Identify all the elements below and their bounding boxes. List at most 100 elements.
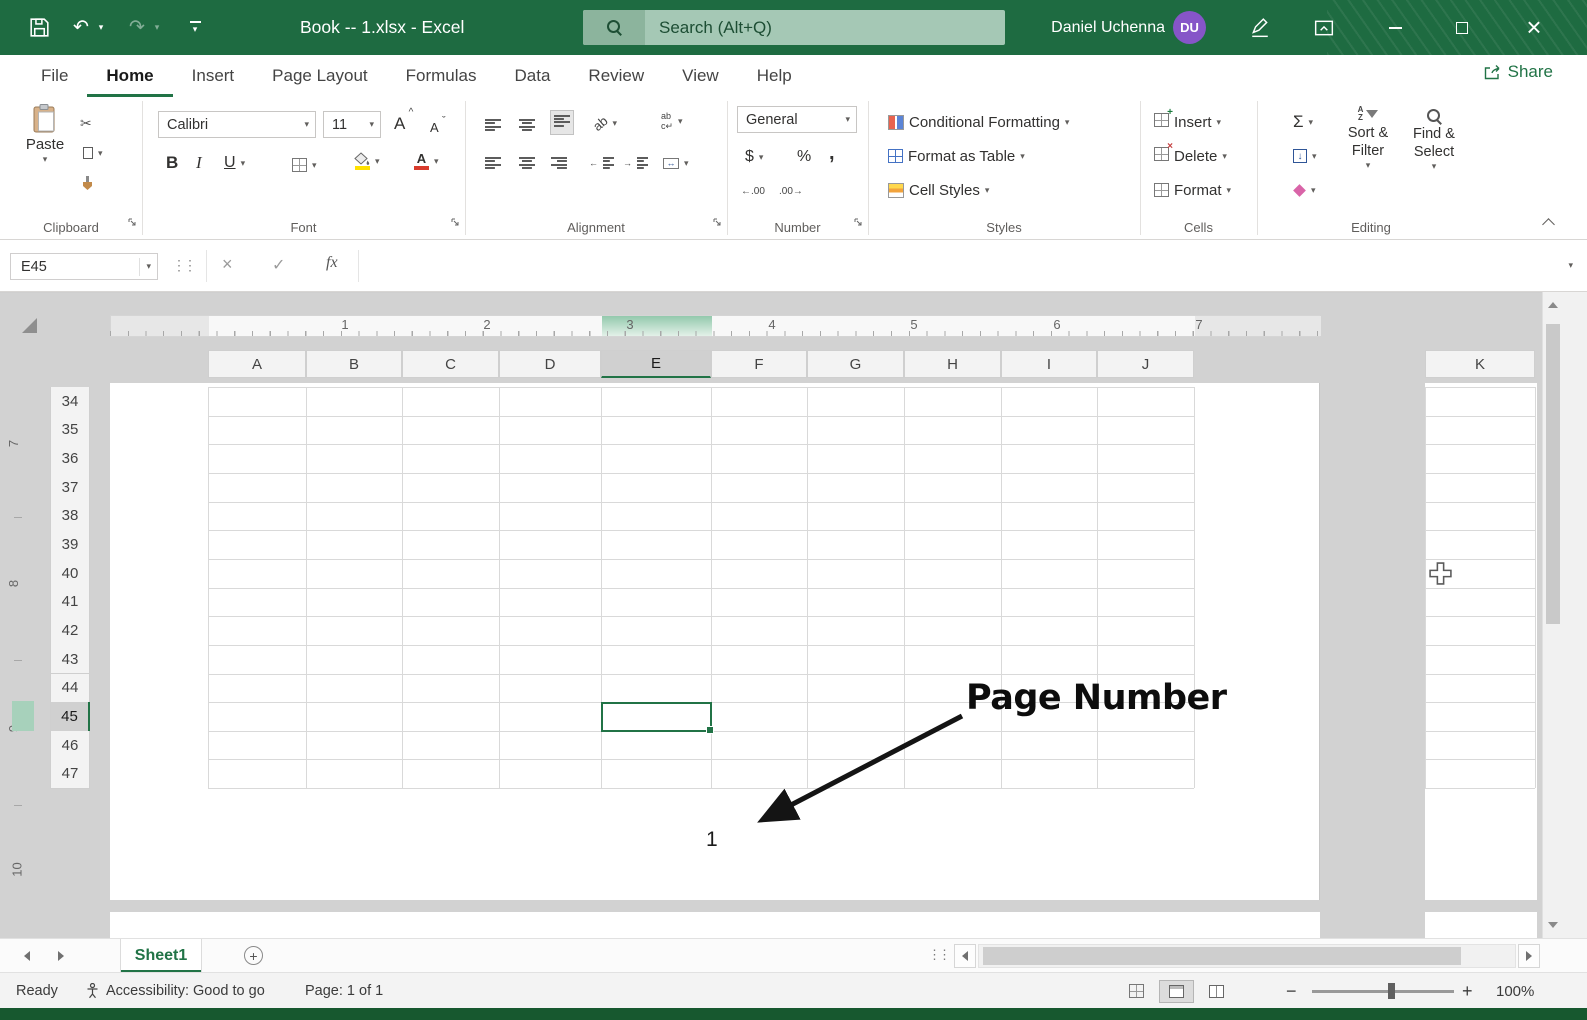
font-size-select[interactable]: 11 ▾ bbox=[323, 111, 381, 138]
ink-button[interactable] bbox=[1240, 0, 1280, 55]
delete-cells-button[interactable]: × Delete ▾ bbox=[1154, 141, 1227, 170]
row-header-47[interactable]: 47 bbox=[50, 759, 90, 790]
tab-page-layout[interactable]: Page Layout bbox=[253, 55, 386, 97]
normal-view-button[interactable] bbox=[1120, 980, 1153, 1002]
row-header-34[interactable]: 34 bbox=[50, 387, 90, 417]
column-header-F[interactable]: F bbox=[711, 350, 807, 378]
save-button[interactable] bbox=[22, 0, 56, 55]
maximize-button[interactable] bbox=[1436, 0, 1488, 55]
page-1[interactable] bbox=[110, 383, 1320, 900]
find-select-button[interactable]: Find & Select ▾ bbox=[1405, 106, 1463, 171]
conditional-formatting-button[interactable]: Conditional Formatting ▾ bbox=[888, 108, 1069, 136]
row-header-36[interactable]: 36 bbox=[50, 444, 90, 474]
bold-button[interactable]: B bbox=[166, 149, 178, 177]
customize-quick-access-button[interactable]: ▾ bbox=[178, 0, 212, 55]
collapse-ribbon-icon[interactable] bbox=[1542, 218, 1555, 231]
zoom-in-button[interactable]: + bbox=[1462, 973, 1473, 1009]
tab-help[interactable]: Help bbox=[738, 55, 811, 97]
clipboard-dialog-launcher[interactable] bbox=[127, 214, 137, 232]
font-name-select[interactable]: Calibri ▾ bbox=[158, 111, 316, 138]
row-header-40[interactable]: 40 bbox=[50, 558, 90, 589]
avatar[interactable]: DU bbox=[1173, 11, 1206, 44]
top-align-button[interactable] bbox=[485, 111, 501, 139]
cut-button[interactable]: ✂ bbox=[80, 109, 92, 137]
zoom-slider-thumb[interactable] bbox=[1388, 982, 1395, 999]
accessibility-status[interactable]: Accessibility: Good to go bbox=[86, 973, 265, 1009]
italic-button[interactable]: I bbox=[196, 149, 202, 177]
column-header-H[interactable]: H bbox=[904, 350, 1001, 378]
page-indicator[interactable]: Page: 1 of 1 bbox=[305, 973, 383, 1009]
selected-cell-E45[interactable] bbox=[601, 702, 714, 734]
row-header-39[interactable]: 39 bbox=[50, 530, 90, 560]
cell-styles-button[interactable]: Cell Styles ▾ bbox=[888, 176, 989, 204]
number-format-select[interactable]: General ▾ bbox=[737, 106, 857, 133]
column-header-I[interactable]: I bbox=[1001, 350, 1097, 378]
zoom-level[interactable]: 100% bbox=[1496, 973, 1534, 1009]
format-cells-button[interactable]: Format ▾ bbox=[1154, 176, 1231, 204]
tab-review[interactable]: Review bbox=[569, 55, 663, 97]
tab-formulas[interactable]: Formulas bbox=[387, 55, 496, 97]
vertical-scroll-thumb[interactable] bbox=[1546, 324, 1560, 624]
sort-filter-button[interactable]: AZ Sort & Filter ▾ bbox=[1339, 105, 1397, 170]
borders-button[interactable]: ▾ bbox=[292, 151, 317, 179]
row-header-45[interactable]: 45 bbox=[50, 702, 90, 732]
redo-dropdown[interactable]: ▾ bbox=[150, 0, 164, 55]
next-sheet-icon[interactable] bbox=[58, 951, 64, 961]
row-header-35[interactable]: 35 bbox=[50, 415, 90, 446]
minimize-button[interactable] bbox=[1369, 0, 1421, 55]
tab-data[interactable]: Data bbox=[496, 55, 570, 97]
sheet-tab-sheet1[interactable]: Sheet1 bbox=[120, 939, 202, 973]
column-header-A[interactable]: A bbox=[208, 350, 306, 378]
font-color-button[interactable]: A ▾ bbox=[414, 147, 439, 175]
row-header-42[interactable]: 42 bbox=[50, 616, 90, 646]
column-header-K[interactable]: K bbox=[1425, 350, 1535, 378]
currency-format-button[interactable]: $ ▾ bbox=[745, 143, 763, 171]
ribbon-display-options-button[interactable] bbox=[1304, 0, 1344, 55]
redo-button[interactable]: ↷ bbox=[122, 0, 152, 55]
row-header-38[interactable]: 38 bbox=[50, 501, 90, 532]
drag-handle-icon[interactable]: ⋮⋮ bbox=[172, 257, 197, 274]
hscroll-right-button[interactable] bbox=[1518, 944, 1540, 968]
zoom-out-button[interactable]: − bbox=[1286, 973, 1297, 1009]
tab-insert[interactable]: Insert bbox=[173, 55, 254, 97]
increase-indent-button[interactable]: → bbox=[623, 149, 648, 177]
new-sheet-button[interactable]: + bbox=[244, 946, 263, 965]
paste-button[interactable]: Paste ▾ bbox=[18, 104, 72, 164]
page-2-column[interactable] bbox=[1425, 383, 1537, 900]
format-as-table-button[interactable]: Format as Table ▾ bbox=[888, 142, 1025, 170]
number-dialog-launcher[interactable] bbox=[853, 214, 863, 232]
merge-center-button[interactable]: ↔ ▾ bbox=[663, 149, 689, 177]
orientation-button[interactable]: ab ▾ bbox=[590, 109, 617, 137]
zoom-slider[interactable] bbox=[1312, 973, 1454, 1009]
scroll-down-icon[interactable] bbox=[1548, 922, 1558, 928]
row-header-44[interactable]: 44 bbox=[50, 673, 90, 704]
cancel-icon[interactable]: × bbox=[222, 254, 233, 275]
alignment-dialog-launcher[interactable] bbox=[712, 214, 722, 232]
page-break-view-button[interactable] bbox=[1200, 981, 1233, 1002]
scroll-up-icon[interactable] bbox=[1548, 302, 1558, 308]
column-header-E[interactable]: E bbox=[601, 350, 711, 378]
insert-cells-button[interactable]: + Insert ▾ bbox=[1154, 107, 1221, 136]
horizontal-scroll-thumb[interactable] bbox=[983, 947, 1461, 965]
bottom-align-button[interactable] bbox=[550, 108, 574, 136]
previous-sheet-icon[interactable] bbox=[24, 951, 30, 961]
hscroll-left-button[interactable] bbox=[954, 944, 976, 968]
name-box[interactable]: E45 ▾ bbox=[10, 253, 158, 280]
align-center-button[interactable] bbox=[519, 149, 535, 177]
clear-button[interactable]: ▾ bbox=[1293, 176, 1316, 204]
formula-input[interactable] bbox=[360, 240, 1547, 291]
column-header-J[interactable]: J bbox=[1097, 350, 1194, 378]
vertical-scrollbar[interactable] bbox=[1542, 292, 1563, 938]
user-name[interactable]: Daniel Uchenna bbox=[1030, 0, 1165, 55]
font-dialog-launcher[interactable] bbox=[450, 214, 460, 232]
close-button[interactable]: × bbox=[1506, 0, 1562, 55]
column-header-C[interactable]: C bbox=[402, 350, 499, 378]
tab-view[interactable]: View bbox=[663, 55, 738, 97]
underline-button[interactable]: U ▾ bbox=[224, 149, 245, 177]
horizontal-scrollbar[interactable] bbox=[978, 944, 1516, 968]
tab-home[interactable]: Home bbox=[87, 55, 172, 97]
page-layout-view-button[interactable] bbox=[1159, 979, 1194, 1003]
expand-formula-bar-icon[interactable]: ▾ bbox=[1568, 261, 1573, 270]
format-painter-button[interactable] bbox=[80, 169, 95, 197]
copy-button[interactable]: ▾ bbox=[78, 139, 103, 167]
